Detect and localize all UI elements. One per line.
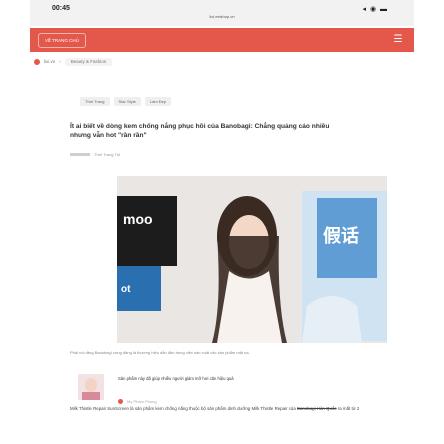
article-body: Milk Thistle Repair SunScreen là sản phẩ… — [70, 405, 370, 412]
signal-icons: ◂ ◉ ▬ — [362, 6, 388, 13]
source-logo-icon — [118, 399, 123, 404]
body-strike: Banobagi Hàn Quốc — [297, 406, 337, 411]
top-nav: VỀ TRANG CHỦ ☰ — [30, 28, 414, 52]
status-bar: 00:45 ◂ ◉ ▬ lixi.eelshop.vn — [30, 0, 414, 26]
tab-lam-dep[interactable]: Làm Đẹp — [144, 97, 172, 106]
hero-image: moo ot 假话 — [117, 176, 387, 343]
hero-brand-a: moo — [123, 211, 153, 227]
hero-brand-b: ot — [121, 284, 131, 295]
article-source[interactable]: Thời Trang Trẻ — [94, 152, 120, 157]
site-logo-icon — [34, 59, 40, 65]
body-tail: ra mắt từ 2 — [336, 406, 360, 411]
tab-thoi-trang[interactable]: Thời Trang — [80, 97, 110, 106]
related-title[interactable]: Sản phẩm này đã giúp nhiều người giảm mỡ… — [118, 376, 318, 382]
breadcrumb: lixi.vn › Beauty & Fashion — [34, 57, 113, 67]
url-bar[interactable]: lixi.eelshop.vn — [140, 12, 304, 22]
status-time: 00:45 — [52, 5, 70, 12]
body-lead: Milk Thistle Repair SunScreen là sản phẩ… — [70, 406, 298, 411]
related-source: My Pham Phong — [118, 399, 157, 404]
related-thumbnail[interactable] — [78, 374, 104, 400]
hero-photo: moo ot 假话 — [117, 176, 387, 343]
breadcrumb-site[interactable]: lixi.vn — [44, 57, 55, 67]
category-tabs: Thời Trang Star Style Làm Đẹp — [80, 97, 172, 106]
tab-star-style[interactable]: Star Style — [113, 97, 141, 106]
share-bar-icon[interactable] — [70, 153, 90, 156]
article-headline: Ít ai biết về dòng kem chống nắng phục h… — [70, 123, 330, 139]
hamburger-icon[interactable]: ☰ — [392, 34, 404, 45]
article-meta: Thời Trang Trẻ — [70, 152, 120, 157]
phone-frame: 00:45 ◂ ◉ ▬ lixi.eelshop.vn VỀ TRANG CHỦ… — [30, 0, 414, 444]
breadcrumb-category[interactable]: Beauty & Fashion — [64, 58, 113, 66]
related-thumb-image — [78, 374, 104, 400]
home-link[interactable]: VỀ TRANG CHỦ — [38, 33, 86, 48]
image-caption: Phải nói rằng Banobagi xứng đáng là thươ… — [70, 350, 250, 355]
hero-brand-c: 假话 — [323, 225, 359, 247]
related-source-name: My Pham Phong — [127, 399, 157, 404]
breadcrumb-separator-icon: › — [59, 59, 61, 64]
